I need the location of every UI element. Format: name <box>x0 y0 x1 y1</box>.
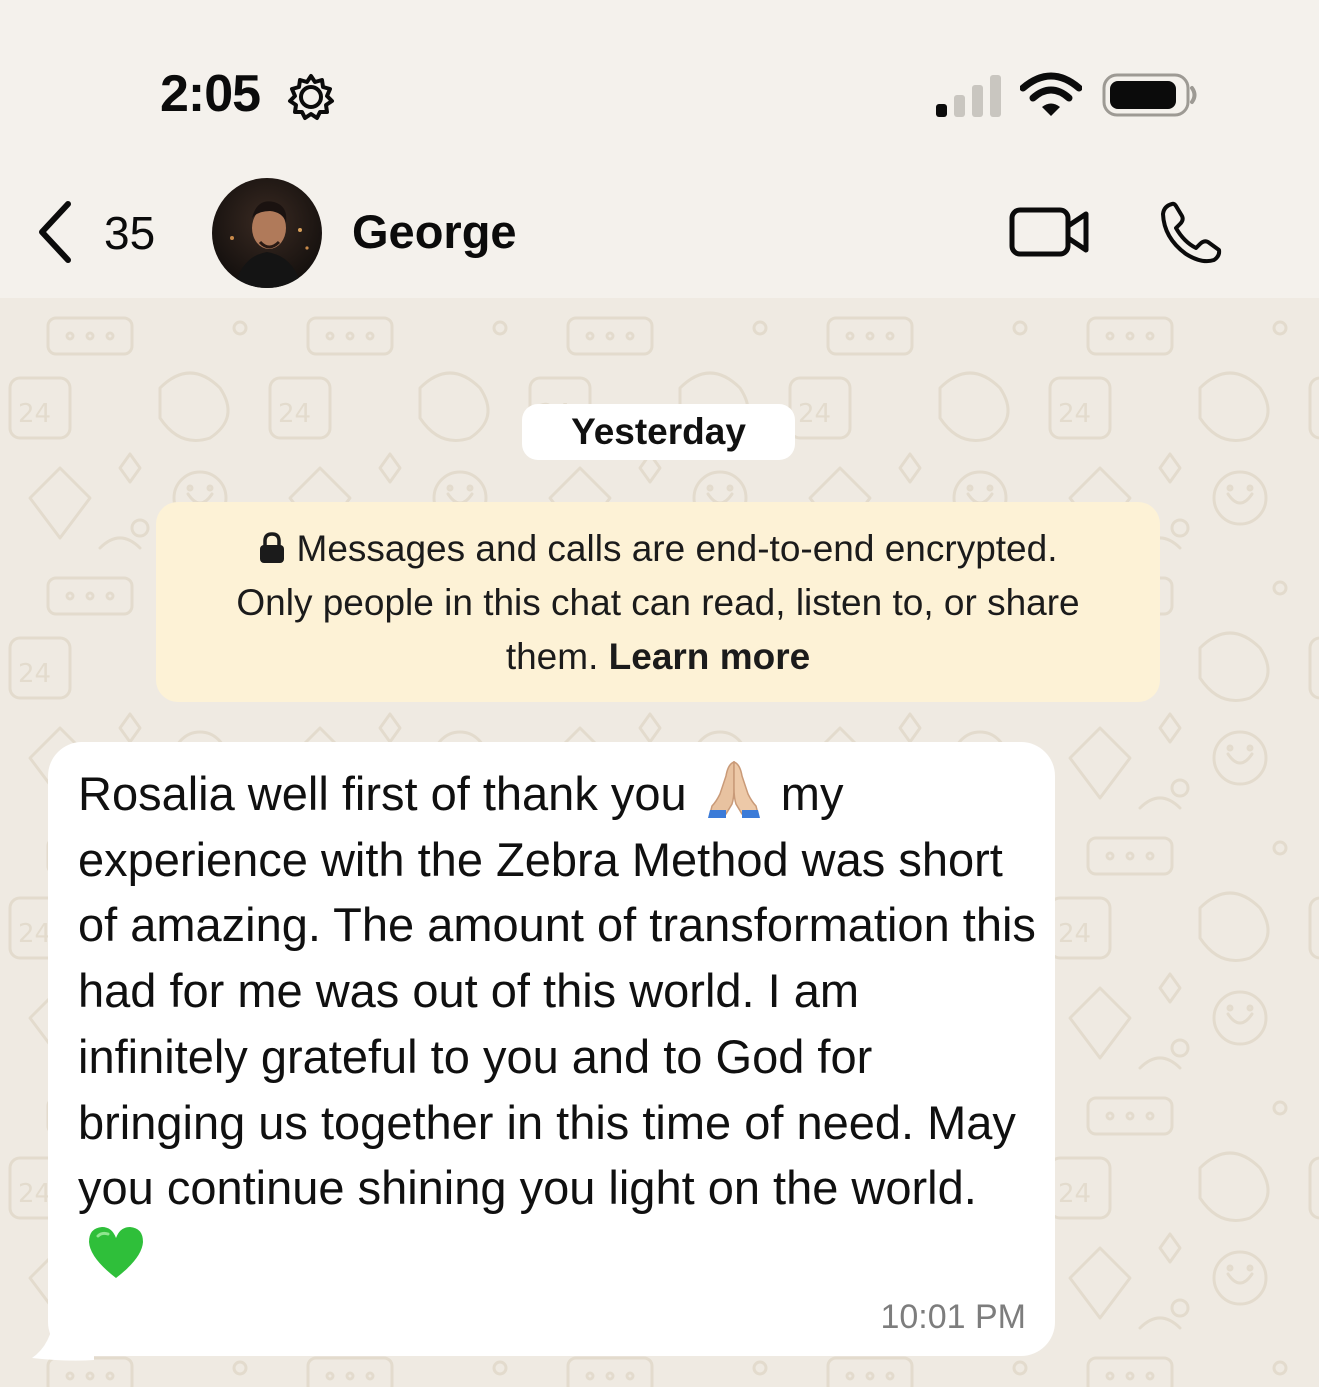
message-text: Rosalia well first of thank you my exper… <box>78 758 1038 1287</box>
status-time: 2:05 <box>160 65 261 123</box>
signal-icon <box>936 75 1001 117</box>
avatar[interactable] <box>212 178 322 288</box>
status-bar: 2:05 <box>0 0 1319 170</box>
lock-icon <box>259 532 284 563</box>
chat-header: 35 George <box>0 170 1319 298</box>
unread-count[interactable]: 35 <box>104 206 155 260</box>
message-text-part-2: my experience with the Zebra Method was … <box>78 767 1036 1215</box>
battery-icon <box>1102 73 1197 117</box>
wifi-icon <box>1020 72 1082 116</box>
incoming-message[interactable]: Rosalia well first of thank you my exper… <box>48 742 1055 1356</box>
encryption-line-1: Messages and calls are end-to-end encryp… <box>296 528 1058 569</box>
video-call-icon[interactable] <box>1008 204 1092 260</box>
message-text-part-1: Rosalia well first of thank you <box>78 767 687 820</box>
gear-icon <box>288 74 334 120</box>
message-timestamp: 10:01 PM <box>880 1298 1026 1336</box>
chat-area[interactable]: 24 Yesterday Messages and cal <box>0 298 1319 1387</box>
green-heart-emoji <box>89 1226 143 1278</box>
date-separator: Yesterday <box>522 404 795 460</box>
encryption-notice[interactable]: Messages and calls are end-to-end encryp… <box>156 502 1160 702</box>
learn-more-link[interactable]: Learn more <box>609 636 811 677</box>
contact-name[interactable]: George <box>352 204 517 259</box>
back-chevron-icon[interactable] <box>34 200 74 264</box>
phone-call-icon[interactable] <box>1158 200 1224 266</box>
encryption-line-3: them. <box>505 636 599 677</box>
folded-hands-emoji <box>707 760 760 818</box>
encryption-line-2: Only people in this chat can read, liste… <box>236 582 1080 623</box>
